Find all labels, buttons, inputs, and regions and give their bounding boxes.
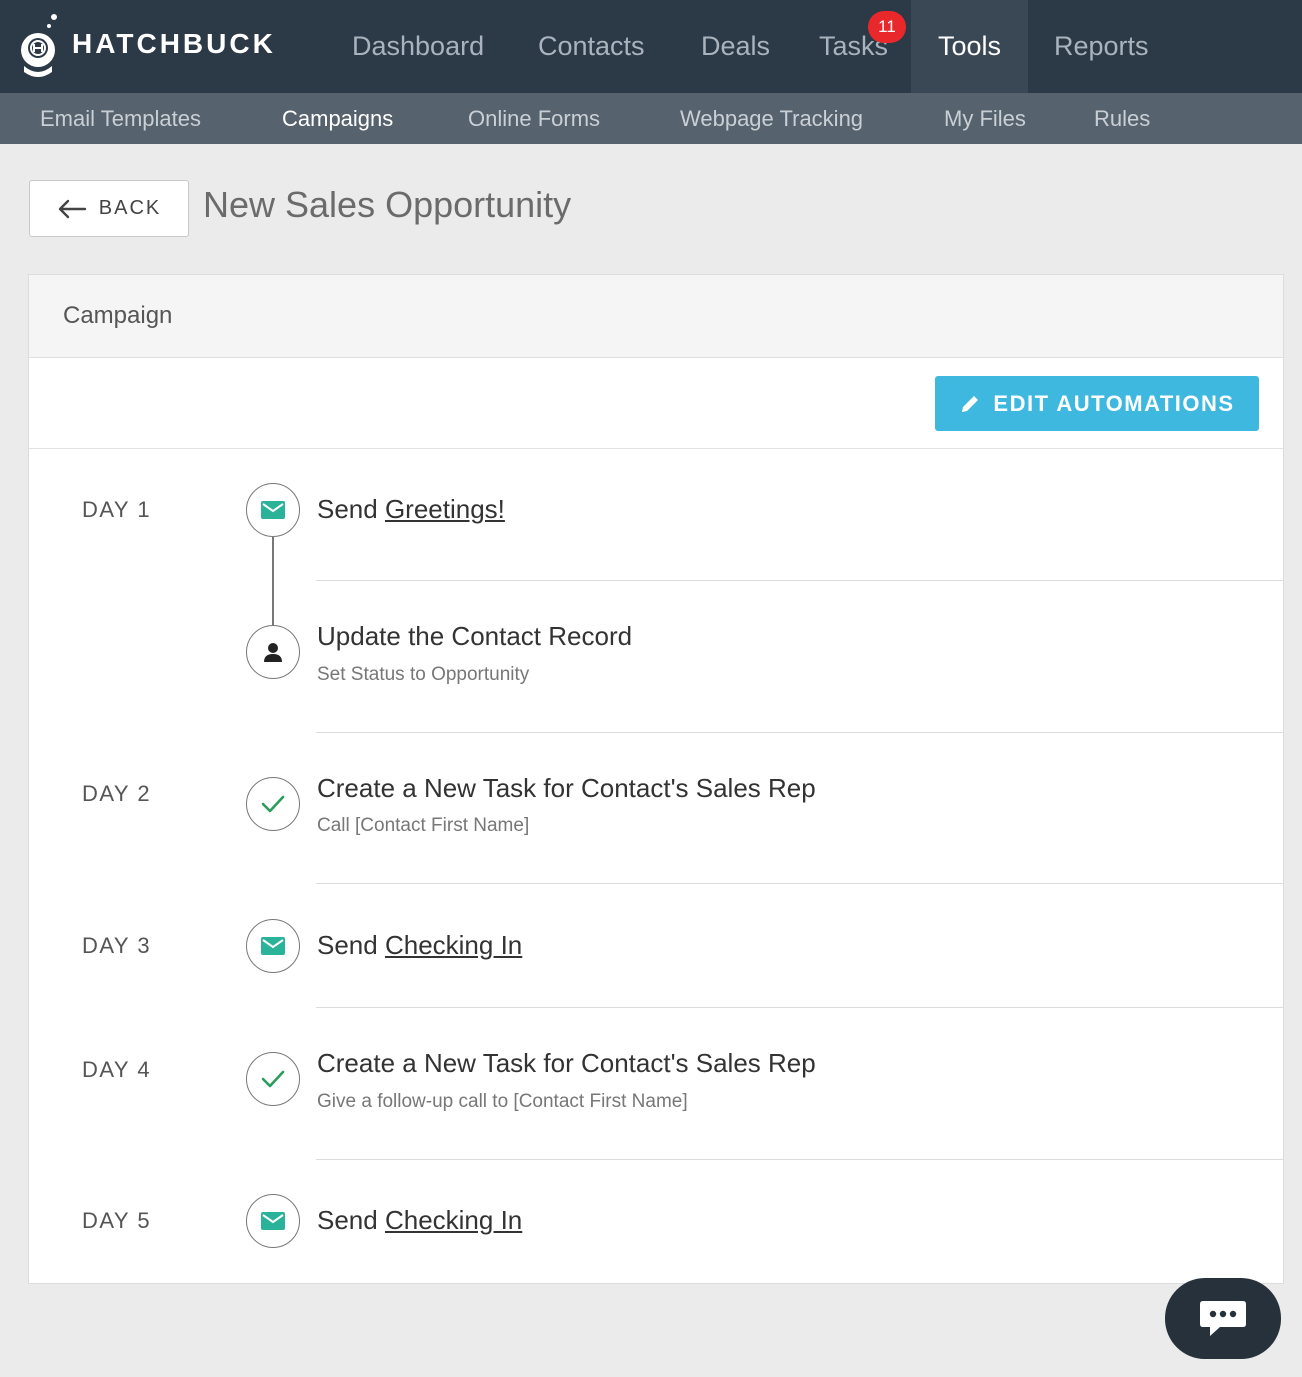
step-separator	[316, 580, 1283, 581]
subnav-email-templates[interactable]: Email Templates	[40, 93, 201, 144]
email-template-link[interactable]: Checking In	[385, 930, 522, 960]
step-title: Create a New Task for Contact's Sales Re…	[317, 773, 816, 803]
day-label: DAY 4	[82, 1057, 152, 1082]
pencil-icon	[962, 395, 979, 412]
hatchbuck-logo[interactable]: HATCHBUCK	[18, 8, 276, 80]
nav-dashboard[interactable]: Dashboard	[352, 0, 484, 93]
subnav-webpage-tracking[interactable]: Webpage Tracking	[680, 93, 863, 144]
email-icon	[246, 1194, 300, 1248]
edit-automations-label: EDIT AUTOMATIONS	[993, 390, 1235, 416]
person-icon	[246, 625, 300, 679]
nav-deals[interactable]: Deals	[701, 0, 770, 93]
check-icon	[246, 777, 300, 831]
day-label: DAY 2	[82, 781, 152, 806]
day-label: DAY 3	[82, 933, 152, 958]
chat-button[interactable]	[1165, 1278, 1281, 1359]
email-template-link[interactable]: Checking In	[385, 1205, 522, 1235]
arrow-left-icon	[58, 199, 86, 218]
email-icon	[246, 919, 300, 973]
step-title: Send Greetings!	[317, 494, 505, 525]
panel-heading: Campaign	[63, 302, 173, 329]
day-label: DAY 5	[82, 1208, 152, 1233]
sub-navigation: Email Templates Campaigns Online Forms W…	[0, 93, 1302, 144]
step-separator	[316, 732, 1283, 733]
step-subtitle: Give a follow-up call to [Contact First …	[317, 1091, 688, 1112]
panel-header: Campaign	[29, 275, 1283, 358]
edit-automations-button[interactable]: EDIT AUTOMATIONS	[935, 376, 1259, 431]
subnav-my-files[interactable]: My Files	[944, 93, 1026, 144]
step-subtitle: Call [Contact First Name]	[317, 815, 530, 836]
subnav-online-forms[interactable]: Online Forms	[468, 93, 600, 144]
top-navigation: HATCHBUCK Dashboard Contacts Deals Tasks…	[0, 0, 1302, 93]
email-template-link[interactable]: Greetings!	[385, 494, 505, 524]
back-button[interactable]: BACK	[29, 180, 189, 237]
step-connector	[272, 537, 274, 625]
campaign-panel: Campaign EDIT AUTOMATIONS DAY 1 Send Gre…	[28, 274, 1284, 1284]
subnav-rules[interactable]: Rules	[1094, 93, 1150, 144]
nav-tools[interactable]: Tools	[911, 0, 1028, 93]
chat-icon	[1200, 1300, 1246, 1336]
step-prefix: Send	[317, 930, 385, 960]
brand-name: HATCHBUCK	[72, 28, 276, 59]
step-separator	[316, 1007, 1283, 1008]
page-title: New Sales Opportunity	[203, 184, 572, 225]
step-prefix: Send	[317, 1205, 385, 1235]
step-prefix: Send	[317, 494, 385, 524]
nav-contacts[interactable]: Contacts	[538, 0, 645, 93]
subnav-campaigns[interactable]: Campaigns	[282, 93, 393, 144]
step-separator	[316, 883, 1283, 884]
step-title: Send Checking In	[317, 1205, 522, 1236]
step-title: Create a New Task for Contact's Sales Re…	[317, 1048, 816, 1078]
logo-mark-icon	[18, 14, 60, 77]
nav-reports[interactable]: Reports	[1054, 0, 1149, 93]
step-separator	[316, 1159, 1283, 1160]
step-subtitle: Set Status to Opportunity	[317, 664, 530, 685]
step-title: Send Checking In	[317, 930, 522, 961]
check-icon	[246, 1052, 300, 1106]
email-icon	[246, 483, 300, 537]
panel-toolbar: EDIT AUTOMATIONS	[29, 358, 1283, 449]
step-title: Update the Contact Record	[317, 621, 633, 651]
tasks-count-badge: 11	[868, 11, 906, 43]
day-label: DAY 1	[82, 497, 152, 522]
back-label: BACK	[98, 197, 162, 219]
